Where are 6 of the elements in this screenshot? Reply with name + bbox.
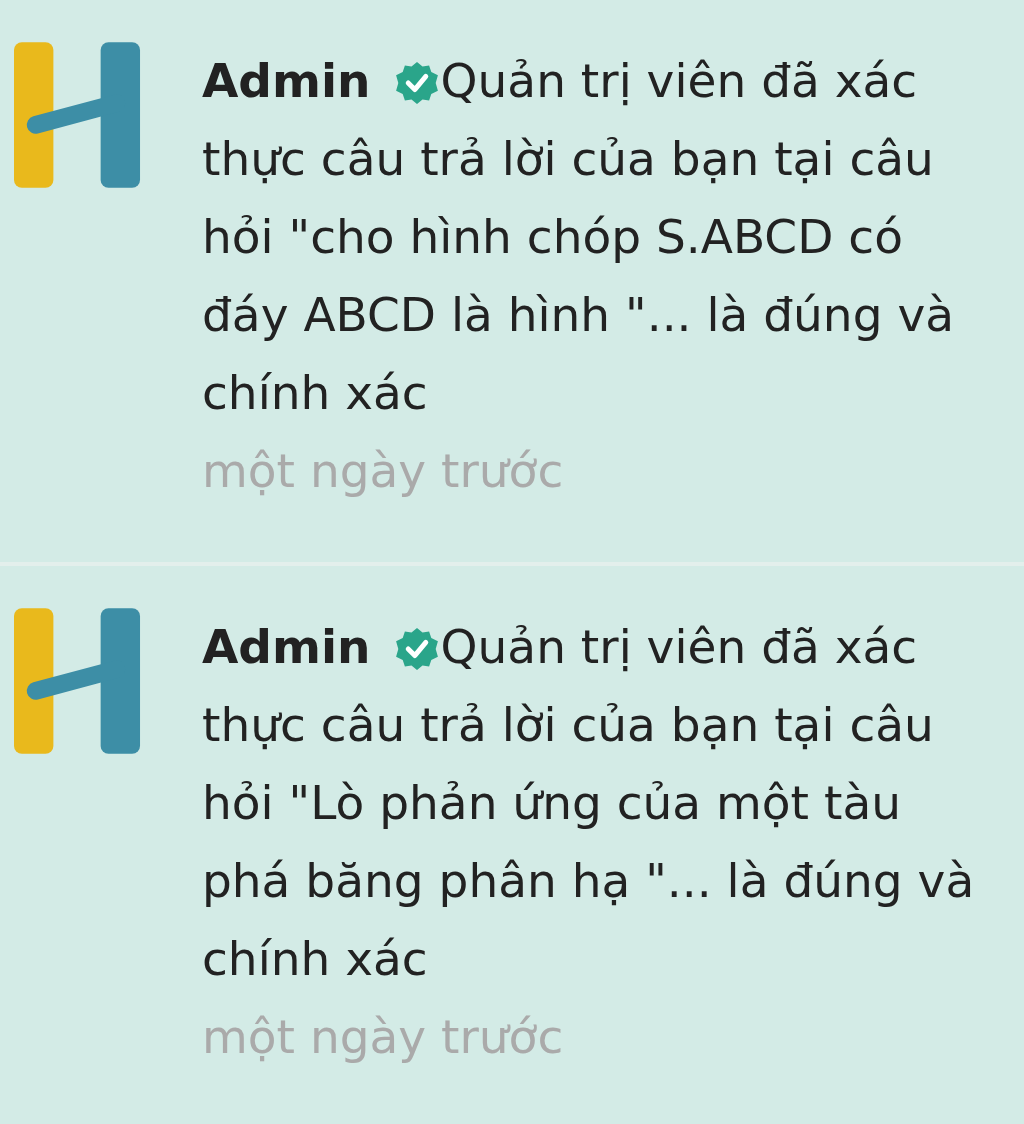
timestamp: một ngày trước <box>202 442 565 500</box>
logo-icon <box>14 608 142 754</box>
notification-text: Admin Quản trị viên đã xác thực câu trả lời của bạn tại câu hỏi "Lò phản ứng của một tàu phá băng phân hạ "... là đúng và chính xác <box>202 618 976 988</box>
notification-text: Admin Quản trị viên đã xác thực câu trả lời của bạn tại câu hỏi "cho hình chóp S.ABCD có đáy ABCD là hình "... là đúng và chính xác <box>202 52 956 422</box>
logo-icon <box>14 42 142 188</box>
timestamp: một ngày trước <box>202 1008 565 1066</box>
